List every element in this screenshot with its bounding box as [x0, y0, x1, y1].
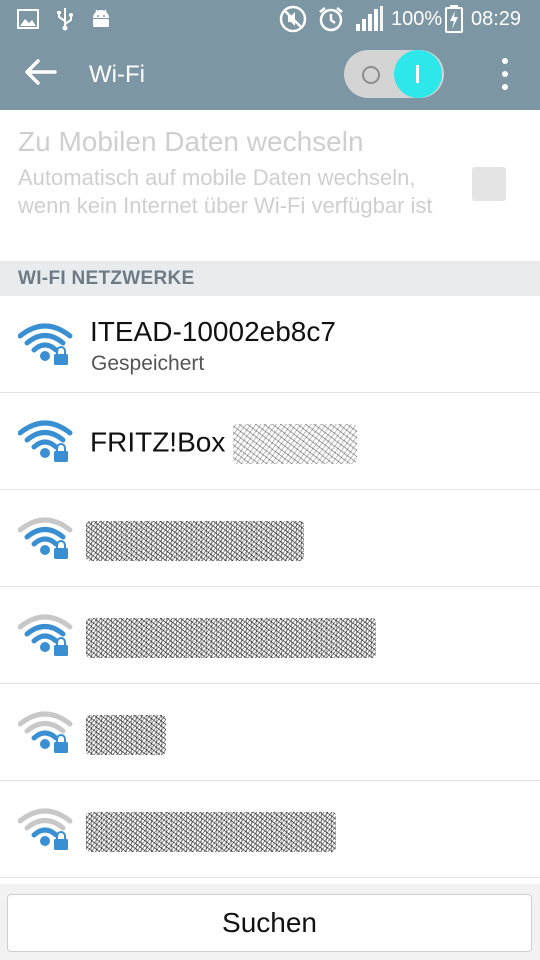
wifi-lock-icon — [17, 807, 74, 851]
wifi-lock-icon — [17, 419, 74, 463]
network-name: ITEAD-10002eb8c7 — [90, 316, 336, 347]
toggle-on-icon — [416, 65, 419, 83]
redacted-text — [86, 618, 376, 658]
redacted-text — [86, 521, 304, 561]
network-list: ITEAD-10002eb8c7 Gespeichert FRITZ!Box — [0, 296, 540, 878]
mobile-data-switch-setting: Zu Mobilen Daten wechseln Automatisch au… — [0, 110, 540, 260]
network-name-redacted — [86, 521, 304, 561]
setting-title: Zu Mobilen Daten wechseln — [18, 126, 364, 157]
setting-summary: Automatisch auf mobile Daten wechseln, w… — [18, 165, 433, 218]
wifi-lock-icon — [17, 613, 74, 657]
signal-icon — [354, 5, 384, 33]
bottom-bar: Suchen — [0, 884, 540, 960]
page-title: Wi-Fi — [89, 61, 145, 88]
search-button[interactable]: Suchen — [7, 894, 532, 952]
wifi-toggle[interactable] — [344, 50, 444, 98]
section-title: WI-FI NETZWERKE — [18, 268, 195, 289]
network-item[interactable] — [0, 587, 540, 684]
mobile-data-checkbox — [472, 167, 506, 201]
more-vert-icon-dot — [502, 84, 508, 91]
battery-percent: 100% — [391, 8, 443, 30]
network-item[interactable] — [0, 684, 540, 781]
network-status: Gespeichert — [91, 352, 205, 375]
network-name-redacted — [86, 715, 166, 755]
redacted-text — [233, 424, 358, 464]
network-name: FRITZ!Box — [90, 426, 226, 458]
redacted-text — [86, 812, 336, 852]
network-item[interactable]: FRITZ!Box — [0, 393, 540, 490]
more-vert-icon-dot — [502, 70, 508, 77]
redacted-text — [86, 715, 166, 755]
network-item[interactable]: ITEAD-10002eb8c7 Gespeichert — [0, 296, 540, 393]
alarm-icon — [316, 5, 346, 33]
action-bar: Wi-Fi — [0, 38, 540, 110]
back-button[interactable] — [16, 52, 64, 96]
network-item[interactable] — [0, 490, 540, 587]
network-name-row: FRITZ!Box — [90, 424, 358, 464]
toggle-knob[interactable] — [394, 50, 442, 98]
wifi-lock-icon — [17, 322, 74, 366]
wifi-networks-header: WI-FI NETZWERKE — [0, 261, 540, 296]
android-icon — [88, 5, 114, 33]
overflow-menu-button[interactable] — [490, 54, 520, 94]
usb-icon — [54, 5, 76, 33]
wifi-lock-icon — [17, 710, 74, 754]
network-item[interactable] — [0, 781, 540, 878]
mute-icon — [278, 5, 308, 33]
more-vert-icon — [502, 57, 508, 64]
network-name-redacted — [86, 812, 336, 852]
clock: 08:29 — [471, 8, 522, 30]
status-bar: 100% 08:29 — [0, 0, 540, 38]
toggle-off-icon — [362, 66, 380, 84]
battery-charging-icon — [444, 5, 464, 33]
arrow-left-icon — [23, 58, 57, 91]
wifi-lock-icon — [17, 516, 74, 560]
network-name-redacted — [86, 618, 376, 658]
image-icon — [16, 5, 40, 33]
